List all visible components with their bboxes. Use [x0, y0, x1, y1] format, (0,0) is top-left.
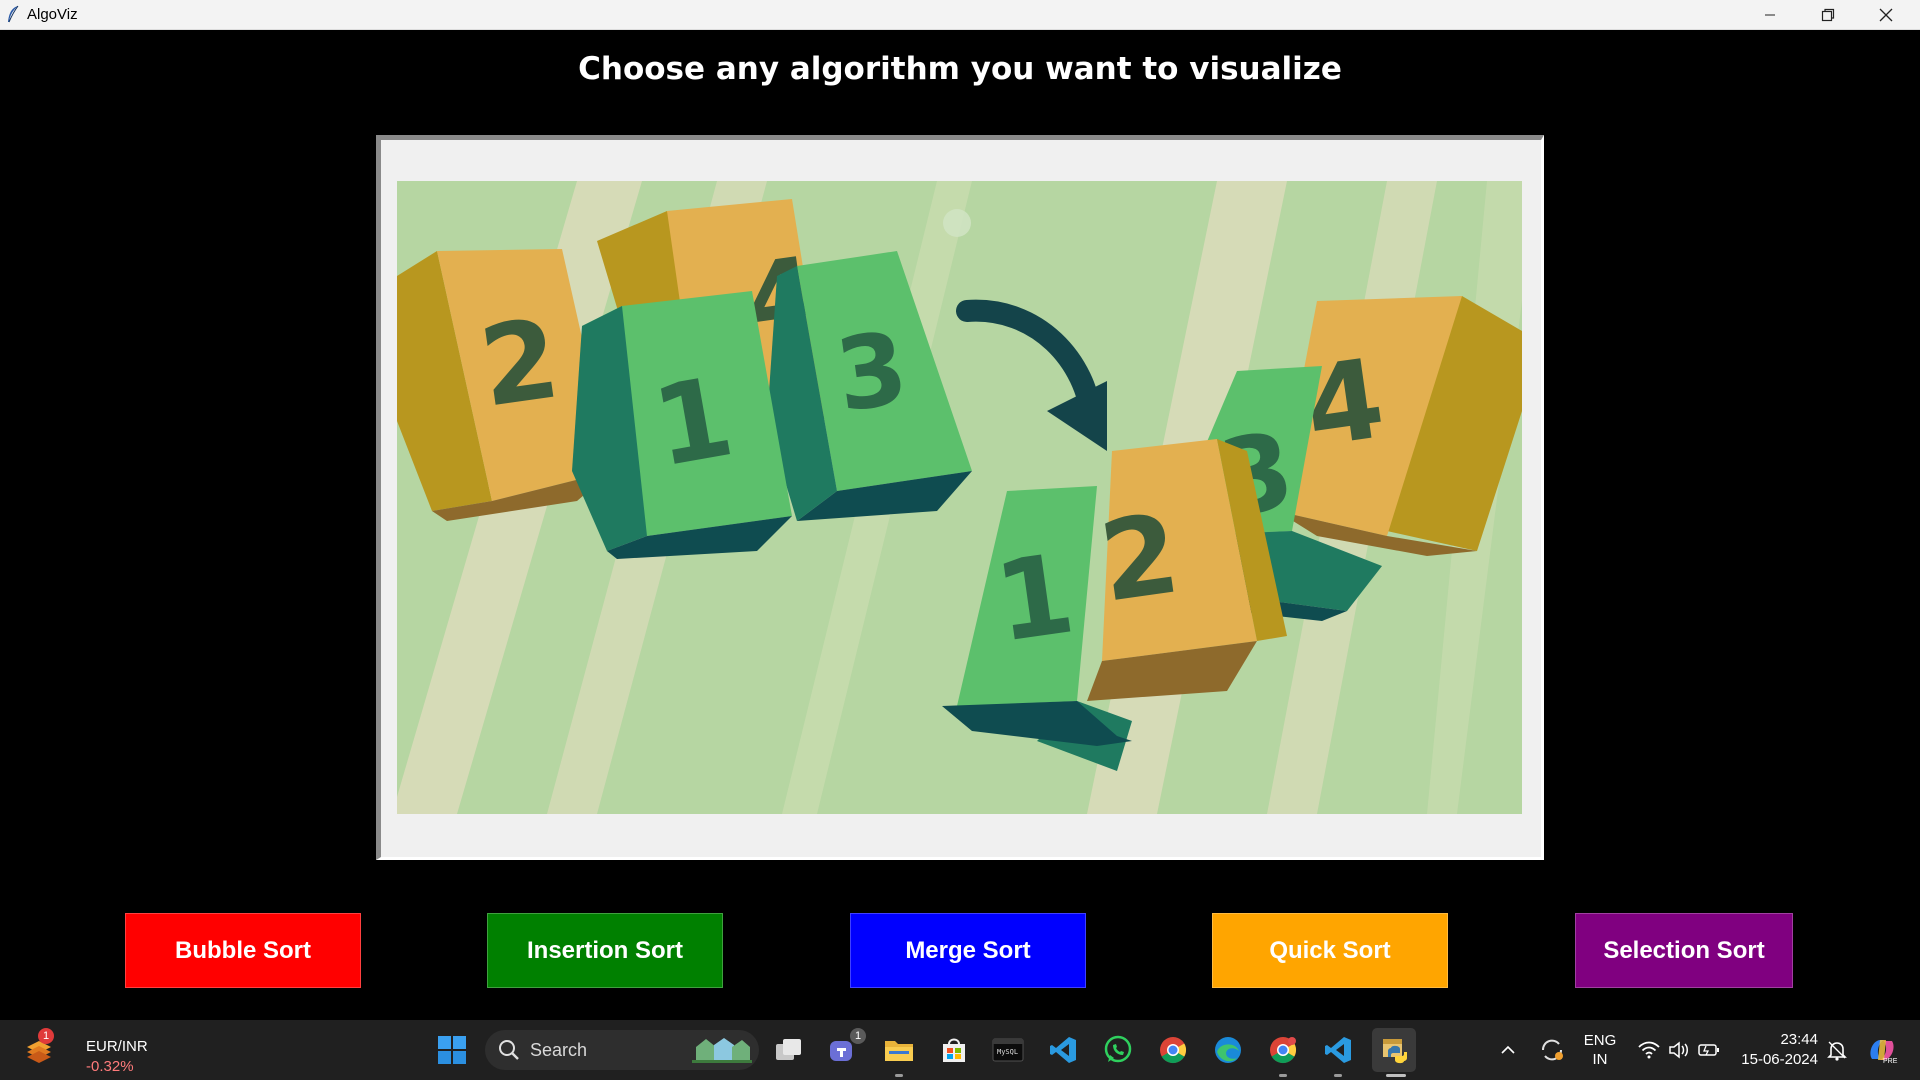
search-highlight-icon: [692, 1038, 752, 1063]
sync-icon: [1541, 1039, 1563, 1061]
sorting-illustration: 4 3 2 1 4 3 2 1: [397, 181, 1522, 814]
svg-text:PRE: PRE: [1883, 1058, 1898, 1065]
chrome-profile-button[interactable]: [1263, 1030, 1303, 1070]
quick-sort-button[interactable]: Quick Sort: [1212, 913, 1448, 988]
vscode-running-indicator: [1334, 1074, 1342, 1077]
merge-sort-button[interactable]: Merge Sort: [850, 913, 1086, 988]
search-placeholder: Search: [530, 1040, 588, 1060]
task-view-button[interactable]: [769, 1030, 809, 1070]
python-app-button[interactable]: [1372, 1028, 1416, 1072]
teams-badge: 1: [850, 1028, 866, 1044]
start-icon: [438, 1036, 466, 1064]
start-button[interactable]: [432, 1030, 472, 1070]
terminal-icon: MySQL: [992, 1038, 1024, 1062]
insertion-sort-button[interactable]: Insertion Sort: [487, 913, 723, 988]
file-explorer-button[interactable]: [879, 1030, 919, 1070]
chevron-up-icon: [1501, 1045, 1515, 1054]
whatsapp-icon: [1104, 1035, 1132, 1063]
window-title: AlgoViz: [27, 6, 78, 23]
copilot-button[interactable]: PRE: [1862, 1030, 1902, 1070]
language-line1: ENG: [1583, 1032, 1617, 1049]
quick-settings-button[interactable]: [1634, 1030, 1724, 1070]
close-button[interactable]: [1857, 0, 1915, 29]
volume-icon: [1669, 1041, 1688, 1059]
close-icon: [1879, 8, 1893, 21]
battery-icon: [1698, 1044, 1719, 1056]
sync-button[interactable]: [1535, 1030, 1569, 1070]
page-title: Choose any algorithm you want to visuali…: [578, 51, 1342, 87]
clock-time: 23:44: [1780, 1031, 1818, 1048]
show-hidden-icons-button[interactable]: [1493, 1030, 1523, 1070]
chrome-button[interactable]: [1153, 1030, 1193, 1070]
chrome-icon: [1160, 1037, 1187, 1064]
chrome-profile-icon: [1270, 1037, 1297, 1064]
minimize-button[interactable]: [1741, 0, 1799, 29]
clock-date: 15-06-2024: [1741, 1051, 1818, 1068]
taskbar-search[interactable]: Search: [485, 1030, 759, 1070]
feather-app-icon: [8, 5, 19, 23]
restore-icon: [1821, 8, 1835, 21]
minimize-icon: [1765, 14, 1775, 15]
language-line2: IN: [1592, 1051, 1608, 1068]
restore-button[interactable]: [1799, 0, 1857, 29]
clock[interactable]: 23:44 15-06-2024: [1728, 1030, 1818, 1070]
terminal-button[interactable]: MySQL: [988, 1030, 1028, 1070]
selection-sort-button[interactable]: Selection Sort: [1575, 913, 1793, 988]
chrome-profile-running-indicator: [1279, 1074, 1287, 1077]
notification-bell-icon: [1827, 1041, 1847, 1061]
vscode-insiders-icon: [1325, 1037, 1351, 1063]
teams-button[interactable]: 1: [824, 1028, 866, 1070]
whatsapp-button[interactable]: [1098, 1030, 1138, 1070]
vscode-button[interactable]: [1043, 1030, 1083, 1070]
search-icon: [499, 1040, 519, 1060]
wifi-icon: [1638, 1041, 1660, 1059]
file-explorer-icon: [885, 1041, 913, 1061]
file-explorer-running-indicator: [895, 1074, 903, 1077]
vscode-icon: [1050, 1037, 1076, 1063]
ticker-symbol: EUR/INR: [86, 1038, 148, 1055]
vscode-insiders-button[interactable]: [1318, 1030, 1358, 1070]
window-title-bar: AlgoViz: [0, 0, 1920, 30]
edge-button[interactable]: [1208, 1030, 1248, 1070]
widget-badge: 1: [38, 1028, 54, 1044]
bubble-sort-button[interactable]: Bubble Sort: [125, 913, 361, 988]
store-icon: [943, 1038, 965, 1062]
language-indicator[interactable]: ENG IN: [1580, 1031, 1620, 1069]
copilot-icon: PRE: [1870, 1040, 1898, 1065]
python-running-indicator: [1386, 1074, 1406, 1077]
svg-text:MySQL: MySQL: [997, 1048, 1018, 1056]
ticker-change: -0.32%: [86, 1058, 134, 1075]
task-view-icon: [776, 1039, 801, 1060]
edge-icon: [1215, 1037, 1241, 1063]
store-button[interactable]: [934, 1030, 974, 1070]
notifications-button[interactable]: [1822, 1030, 1852, 1070]
taskbar: 1 EUR/INR -0.32% Search 1 MySQL ENG IN 2…: [0, 1020, 1920, 1080]
stock-widget[interactable]: 1 EUR/INR -0.32%: [22, 1028, 148, 1075]
python-icon: [1383, 1039, 1407, 1064]
